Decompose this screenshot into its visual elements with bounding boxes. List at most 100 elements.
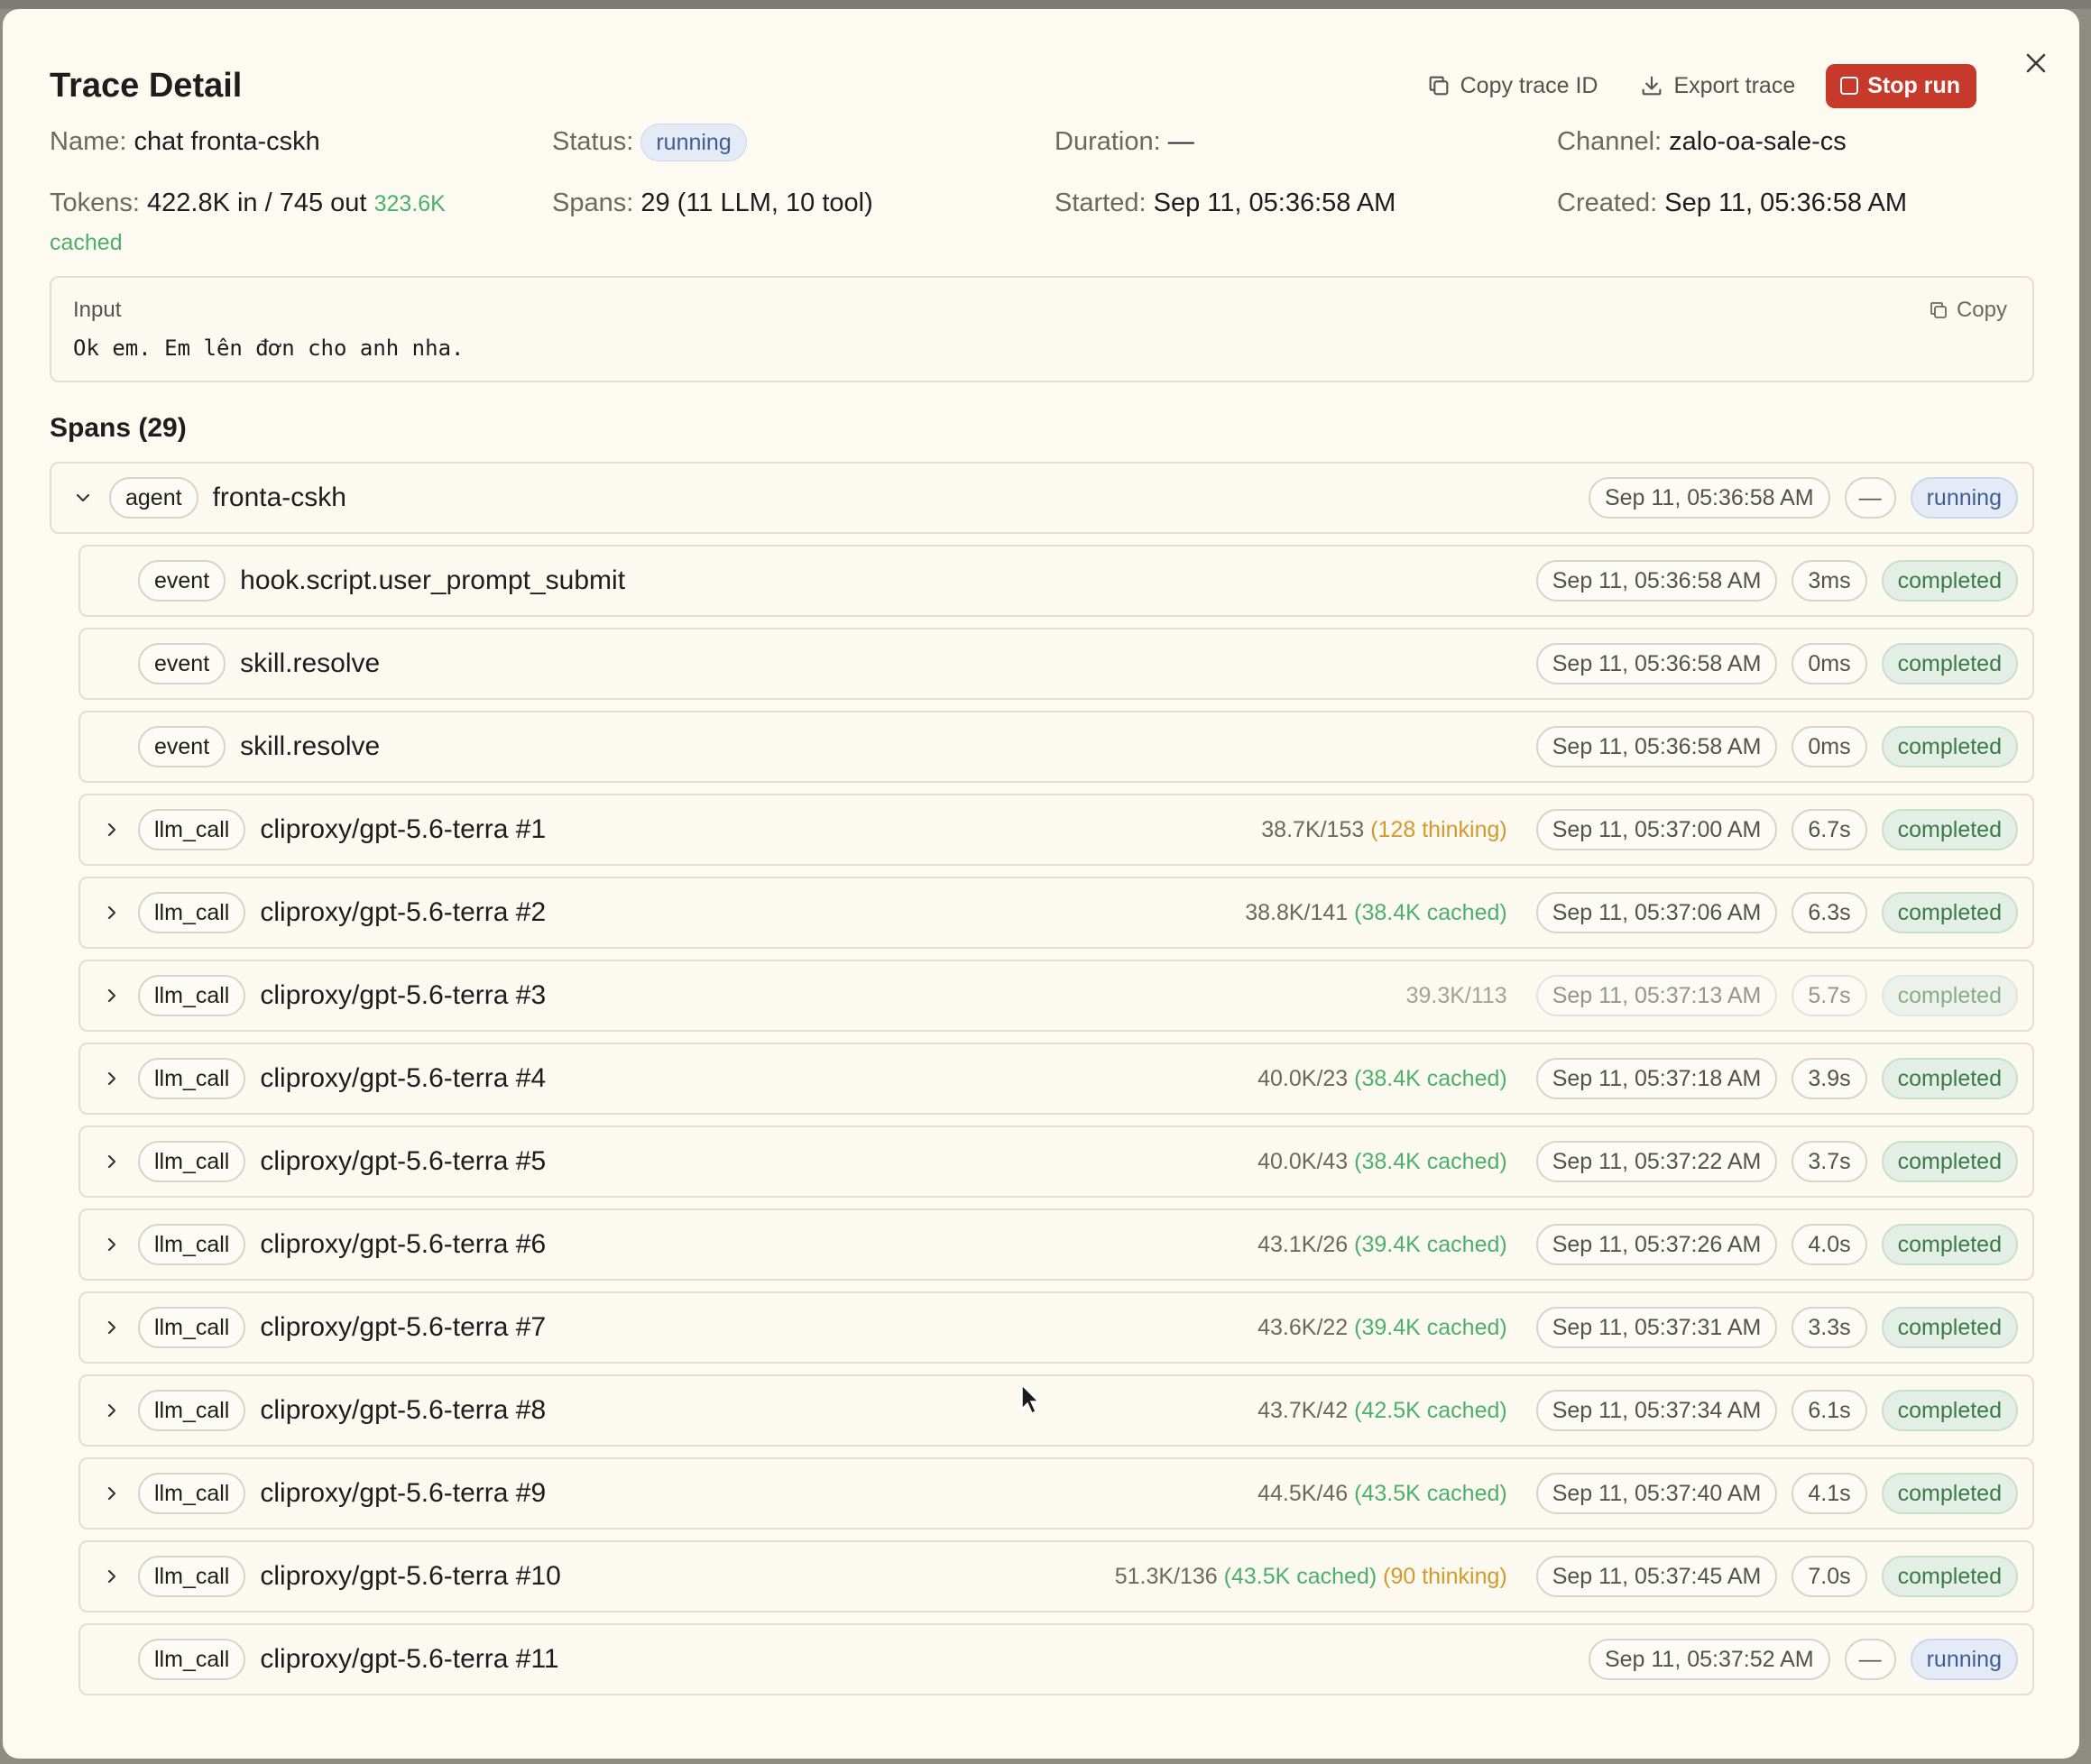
span-name: cliproxy/gpt-5.6-terra #11 <box>260 1644 559 1674</box>
span-kind-badge: llm_call <box>138 1556 246 1597</box>
chevron-right-icon[interactable] <box>98 899 125 926</box>
span-name: cliproxy/gpt-5.6-terra #2 <box>260 897 547 927</box>
span-name: cliproxy/gpt-5.6-terra #1 <box>260 814 547 844</box>
close-button[interactable] <box>2018 45 2054 81</box>
span-row[interactable]: llm_call cliproxy/gpt-5.6-terra #8 43.7K/4… <box>78 1374 2034 1447</box>
export-trace-button[interactable]: Export trace <box>1639 73 1795 99</box>
span-token-usage: 40.0K/23 (38.4K cached) <box>1257 1066 1507 1092</box>
span-duration: 3.3s <box>1792 1307 1867 1348</box>
span-status-badge: completed <box>1881 1224 2018 1265</box>
span-kind-badge: llm_call <box>138 1141 246 1182</box>
span-name: cliproxy/gpt-5.6-terra #7 <box>260 1312 547 1342</box>
span-time: Sep 11, 05:37:06 AM <box>1535 892 1778 933</box>
span-cached: (39.4K cached) <box>1354 1231 1507 1257</box>
meta-duration: Duration: — <box>1055 127 1194 156</box>
span-cached: (42.5K cached) <box>1354 1397 1507 1423</box>
meta-created: Created: Sep 11, 05:36:58 AM <box>1557 188 1908 217</box>
span-status-badge: completed <box>1881 643 2018 684</box>
chevron-right-icon[interactable] <box>98 1480 125 1507</box>
copy-input-label: Copy <box>1956 298 2007 322</box>
chevron-right-icon[interactable] <box>98 982 125 1009</box>
chevron-down-icon[interactable] <box>69 484 97 511</box>
span-row[interactable]: llm_call cliproxy/gpt-5.6-terra #5 40.0K/4… <box>78 1125 2034 1198</box>
chevron-right-icon[interactable] <box>98 1397 125 1424</box>
meta-spans: Spans: 29 (11 LLM, 10 tool) <box>552 188 873 217</box>
trace-detail-modal: Trace Detail Copy trace ID Export trace … <box>3 9 2079 1759</box>
meta-started: Started: Sep 11, 05:36:58 AM <box>1055 188 1396 217</box>
span-row[interactable]: llm_call cliproxy/gpt-5.6-terra #3 39.3K/1… <box>78 960 2034 1032</box>
span-kind-badge: llm_call <box>138 1390 246 1431</box>
span-duration: 7.0s <box>1792 1556 1867 1597</box>
span-row[interactable]: llm_call cliproxy/gpt-5.6-terra #2 38.8K/1… <box>78 877 2034 949</box>
chevron-right-icon[interactable] <box>98 816 125 843</box>
span-cached: (43.5K cached) <box>1223 1563 1377 1589</box>
span-row[interactable]: llm_call cliproxy/gpt-5.6-terra #10 51.3K/… <box>78 1540 2034 1612</box>
chevron-right-icon[interactable] <box>98 1314 125 1341</box>
span-tokens: 38.8K/141 <box>1245 899 1349 925</box>
span-row[interactable]: event hook.script.user_prompt_submit Sep 1… <box>78 545 2034 617</box>
span-row[interactable]: llm_call cliproxy/gpt-5.6-terra #1 38.7K/1… <box>78 794 2034 866</box>
span-duration: 3.9s <box>1792 1058 1867 1099</box>
span-time: Sep 11, 05:37:45 AM <box>1535 1556 1778 1597</box>
span-kind-badge: llm_call <box>138 1058 246 1099</box>
span-kind-badge: llm_call <box>138 1307 246 1348</box>
span-row[interactable]: event skill.resolve Sep 11, 05:36:58 AM 0ms… <box>78 628 2034 700</box>
span-name: fronta-cskh <box>212 482 346 512</box>
span-name: cliproxy/gpt-5.6-terra #9 <box>260 1478 547 1508</box>
copy-input-button[interactable]: Copy <box>1928 298 2007 323</box>
span-status-badge: completed <box>1881 1307 2018 1348</box>
span-kind-badge: event <box>138 643 226 684</box>
chevron-right-icon[interactable] <box>98 1065 125 1092</box>
span-duration: — <box>1844 477 1896 519</box>
span-token-usage: 38.7K/153 (128 thinking) <box>1261 817 1506 843</box>
span-row[interactable]: event skill.resolve Sep 11, 05:36:58 AM 0ms… <box>78 711 2034 783</box>
copy-icon <box>1930 302 1947 318</box>
trace-meta: Name: chat fronta-cskh Status: running D… <box>50 123 2034 262</box>
chevron-right-icon[interactable] <box>98 1231 125 1258</box>
span-time: Sep 11, 05:36:58 AM <box>1535 560 1778 602</box>
span-kind-badge: llm_call <box>138 975 246 1016</box>
span-time: Sep 11, 05:37:00 AM <box>1535 809 1778 850</box>
span-row[interactable]: llm_call cliproxy/gpt-5.6-terra #9 44.5K/4… <box>78 1457 2034 1530</box>
span-row[interactable]: llm_call cliproxy/gpt-5.6-terra #4 40.0K/2… <box>78 1043 2034 1115</box>
span-name: cliproxy/gpt-5.6-terra #8 <box>260 1395 547 1425</box>
span-thinking: (128 thinking) <box>1370 816 1507 842</box>
span-duration: — <box>1844 1639 1896 1680</box>
span-duration: 5.7s <box>1792 975 1867 1016</box>
span-tokens: 51.3K/136 <box>1114 1563 1218 1589</box>
span-kind-badge: llm_call <box>138 1224 246 1265</box>
input-panel: Input Ok em. Em lên đơn cho anh nha. Cop… <box>50 276 2034 382</box>
span-name: cliproxy/gpt-5.6-terra #10 <box>260 1561 561 1591</box>
span-time: Sep 11, 05:37:31 AM <box>1535 1307 1778 1348</box>
input-label: Input <box>73 298 122 322</box>
span-row[interactable]: llm_call cliproxy/gpt-5.6-terra #11 Sep 11… <box>78 1623 2034 1695</box>
chevron-right-icon[interactable] <box>98 1563 125 1590</box>
export-trace-label: Export trace <box>1673 72 1796 98</box>
modal-header: Trace Detail Copy trace ID Export trace … <box>50 54 2034 117</box>
spans-heading: Spans (29) <box>50 413 187 443</box>
span-status-badge: completed <box>1881 1473 2018 1514</box>
span-name: skill.resolve <box>240 731 381 761</box>
span-cached: (38.4K cached) <box>1354 1065 1507 1091</box>
meta-status: Status: running <box>552 123 1055 184</box>
agent-span-row[interactable]: agent fronta-cskh Sep 11, 05:36:58 AM — … <box>50 462 2034 534</box>
chevron-right-icon[interactable] <box>98 1148 125 1175</box>
copy-trace-id-button[interactable]: Copy trace ID <box>1426 73 1598 99</box>
span-token-usage: 40.0K/43 (38.4K cached) <box>1257 1149 1507 1175</box>
stop-run-button[interactable]: Stop run <box>1826 63 1976 108</box>
span-kind-badge: event <box>138 560 226 602</box>
span-status-badge: running <box>1910 477 2018 519</box>
span-kind-badge: agent <box>109 477 198 519</box>
span-status-badge: completed <box>1881 1058 2018 1099</box>
span-name: cliproxy/gpt-5.6-terra #3 <box>260 980 547 1010</box>
span-status-badge: completed <box>1881 1390 2018 1431</box>
span-name: cliproxy/gpt-5.6-terra #4 <box>260 1063 547 1093</box>
span-row[interactable]: llm_call cliproxy/gpt-5.6-terra #6 43.1K/2… <box>78 1208 2034 1281</box>
span-tokens: 43.6K/22 <box>1257 1314 1349 1340</box>
stop-run-label: Stop run <box>1867 72 1960 98</box>
close-icon <box>2026 53 2046 73</box>
span-kind-badge: llm_call <box>138 892 246 933</box>
span-status-badge: completed <box>1881 1556 2018 1597</box>
span-duration: 6.1s <box>1792 1390 1867 1431</box>
span-row[interactable]: llm_call cliproxy/gpt-5.6-terra #7 43.6K/2… <box>78 1291 2034 1364</box>
